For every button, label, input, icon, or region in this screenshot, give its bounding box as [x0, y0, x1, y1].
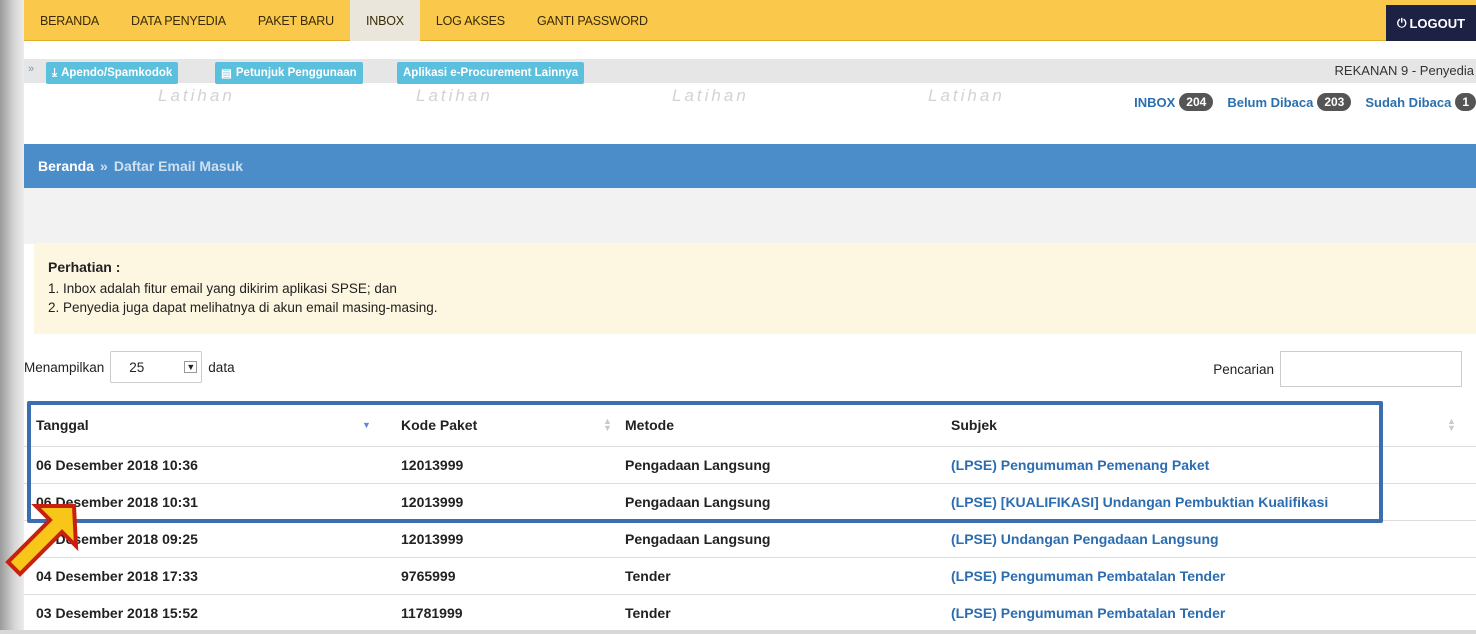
cell-metode: Pengadaan Langsung: [613, 446, 939, 484]
cell-metode: Tender: [613, 557, 939, 595]
app-window: BERANDA DATA PENYEDIA PAKET BARU INBOX L…: [24, 0, 1476, 634]
table-row[interactable]: 06 Desember 2018 10:36 12013999 Pengadaa…: [24, 446, 1476, 484]
download-icon: ⤓: [52, 66, 58, 79]
header-label: Tanggal: [36, 416, 89, 433]
length-prefix: Menampilkan: [24, 359, 105, 375]
breadcrumb-home[interactable]: Beranda: [38, 158, 94, 174]
logout-label: LOGOUT: [1409, 15, 1466, 31]
cell-subjek-link[interactable]: (LPSE) Pengumuman Pembatalan Tender: [939, 557, 1476, 595]
unread-counter[interactable]: Belum Dibaca 203: [1227, 93, 1352, 111]
cell-tanggal: 03 Desember 2018 15:52: [24, 594, 389, 632]
aplikasi-label: Aplikasi e-Procurement Lainnya: [403, 67, 579, 79]
header-label: Subjek: [951, 416, 997, 433]
cell-kode-paket: 11781999: [389, 594, 613, 632]
cell-tanggal: 06 Desember 2018 10:36: [24, 446, 389, 484]
watermark-text: Latihan: [158, 86, 235, 105]
collapse-chevron-icon[interactable]: »: [28, 63, 34, 75]
apendo-button[interactable]: ⤓ Apendo/Spamkodok: [46, 62, 179, 84]
cell-kode-paket: 12013999: [389, 446, 613, 484]
notice-line: 1. Inbox adalah fitur email yang dikirim…: [48, 281, 397, 296]
top-navigation: BERANDA DATA PENYEDIA PAKET BARU INBOX L…: [24, 0, 1476, 41]
nav-inbox[interactable]: INBOX: [349, 0, 420, 41]
cell-subjek-link[interactable]: (LPSE) Pengumuman Pembatalan Tender: [939, 594, 1476, 632]
cell-subjek-link[interactable]: (LPSE) [KUALIFIKASI] Undangan Pembuktian…: [939, 483, 1476, 521]
inbox-count-badge: 204: [1179, 93, 1214, 111]
cell-kode-paket: 9765999: [389, 557, 613, 595]
watermark-text: Latihan: [928, 86, 1005, 105]
page-length-select[interactable]: 25 ▼: [110, 351, 203, 383]
breadcrumb-separator: »: [100, 158, 108, 174]
cell-metode: Tender: [613, 594, 939, 632]
column-header-subjek[interactable]: Subjek ▲ ▼: [939, 404, 1476, 447]
inbox-counters: INBOX 204 Belum Dibaca 203 Sudah Dibaca …: [1126, 93, 1476, 111]
page-length-value: 25: [129, 359, 145, 375]
nav-paket-baru[interactable]: PAKET BARU: [242, 0, 350, 41]
table-row[interactable]: 06 Desember 2018 09:25 12013999 Pengadaa…: [24, 520, 1476, 558]
unread-count-badge: 203: [1317, 93, 1352, 111]
petunjuk-label: Petunjuk Penggunaan: [235, 67, 357, 79]
search-label: Pencarian: [1213, 361, 1274, 377]
sort-desc-icon: ▼: [362, 420, 371, 430]
user-label: REKANAN 9 - Penyedia: [1334, 63, 1474, 78]
breadcrumb: Beranda » Daftar Email Masuk: [24, 144, 1476, 188]
column-header-metode[interactable]: Metode: [613, 404, 939, 447]
column-header-tanggal[interactable]: Tanggal ▼: [24, 404, 389, 447]
nav-beranda[interactable]: BERANDA: [24, 0, 115, 41]
notice-title: Perhatian :: [48, 259, 121, 275]
apendo-label: Apendo/Spamkodok: [61, 67, 173, 79]
header-label: Kode Paket: [401, 416, 478, 433]
unread-counter-label: Belum Dibaca: [1227, 94, 1314, 110]
nav-ganti-password[interactable]: GANTI PASSWORD: [521, 0, 664, 41]
cell-metode: Pengadaan Langsung: [613, 483, 939, 521]
read-counter[interactable]: Sudah Dibaca 1: [1365, 93, 1476, 111]
annotation-arrow-icon: [5, 504, 79, 577]
petunjuk-button[interactable]: ▤ Petunjuk Penggunaan: [215, 62, 363, 84]
inbox-table: Tanggal ▼ Kode Paket ▲ ▼ Metode Subjek ▲ ▼…: [24, 404, 1476, 632]
caret-down-icon: ▼: [184, 361, 198, 373]
inbox-counter-label: INBOX: [1134, 94, 1176, 110]
notice-line: 2. Penyedia juga dapat melihatnya di aku…: [48, 300, 438, 315]
table-header-row: Tanggal ▼ Kode Paket ▲ ▼ Metode Subjek ▲ ▼: [24, 404, 1476, 447]
cell-kode-paket: 12013999: [389, 520, 613, 558]
watermark-text: Latihan: [672, 86, 749, 105]
table-row[interactable]: 03 Desember 2018 15:52 11781999 Tender (…: [24, 594, 1476, 632]
inbox-counter[interactable]: INBOX 204: [1134, 93, 1214, 111]
nav-data-penyedia[interactable]: DATA PENYEDIA: [115, 0, 242, 41]
logout-button[interactable]: ⏻ LOGOUT: [1386, 5, 1476, 41]
header-label: Metode: [625, 416, 674, 433]
power-icon: ⏻: [1396, 15, 1407, 30]
watermark-text: Latihan: [416, 86, 493, 105]
breadcrumb-current: Daftar Email Masuk: [113, 158, 243, 174]
cell-subjek-link[interactable]: (LPSE) Pengumuman Pemenang Paket: [939, 446, 1476, 484]
read-counter-label: Sudah Dibaca: [1365, 94, 1452, 110]
read-count-badge: 1: [1455, 93, 1476, 111]
aplikasi-button[interactable]: Aplikasi e-Procurement Lainnya: [397, 62, 585, 84]
cell-metode: Pengadaan Langsung: [613, 520, 939, 558]
table-row[interactable]: 06 Desember 2018 10:31 12013999 Pengadaa…: [24, 483, 1476, 521]
search-control: Pencarian: [1213, 351, 1462, 387]
sort-both-icon: ▲ ▼: [603, 416, 612, 433]
window-frame-bottom: [0, 630, 1476, 634]
cell-subjek-link[interactable]: (LPSE) Undangan Pengadaan Langsung: [939, 520, 1476, 558]
sort-both-icon: ▲ ▼: [1447, 416, 1456, 433]
search-input[interactable]: [1280, 351, 1462, 387]
nav-log-akses[interactable]: LOG AKSES: [420, 0, 521, 41]
page-length-control: Menampilkan 25 ▼ data: [24, 351, 235, 383]
notice-box: Perhatian : 1. Inbox adalah fitur email …: [34, 243, 1476, 334]
book-icon: ▤: [221, 68, 232, 80]
table-row[interactable]: 04 Desember 2018 17:33 9765999 Tender (L…: [24, 557, 1476, 595]
column-header-kode-paket[interactable]: Kode Paket ▲ ▼: [389, 404, 613, 447]
content-band: [24, 188, 1476, 244]
cell-kode-paket: 12013999: [389, 483, 613, 521]
sub-toolbar: » ⤓ Apendo/Spamkodok ▤ Petunjuk Pengguna…: [24, 59, 1476, 84]
length-suffix: data: [208, 359, 235, 375]
